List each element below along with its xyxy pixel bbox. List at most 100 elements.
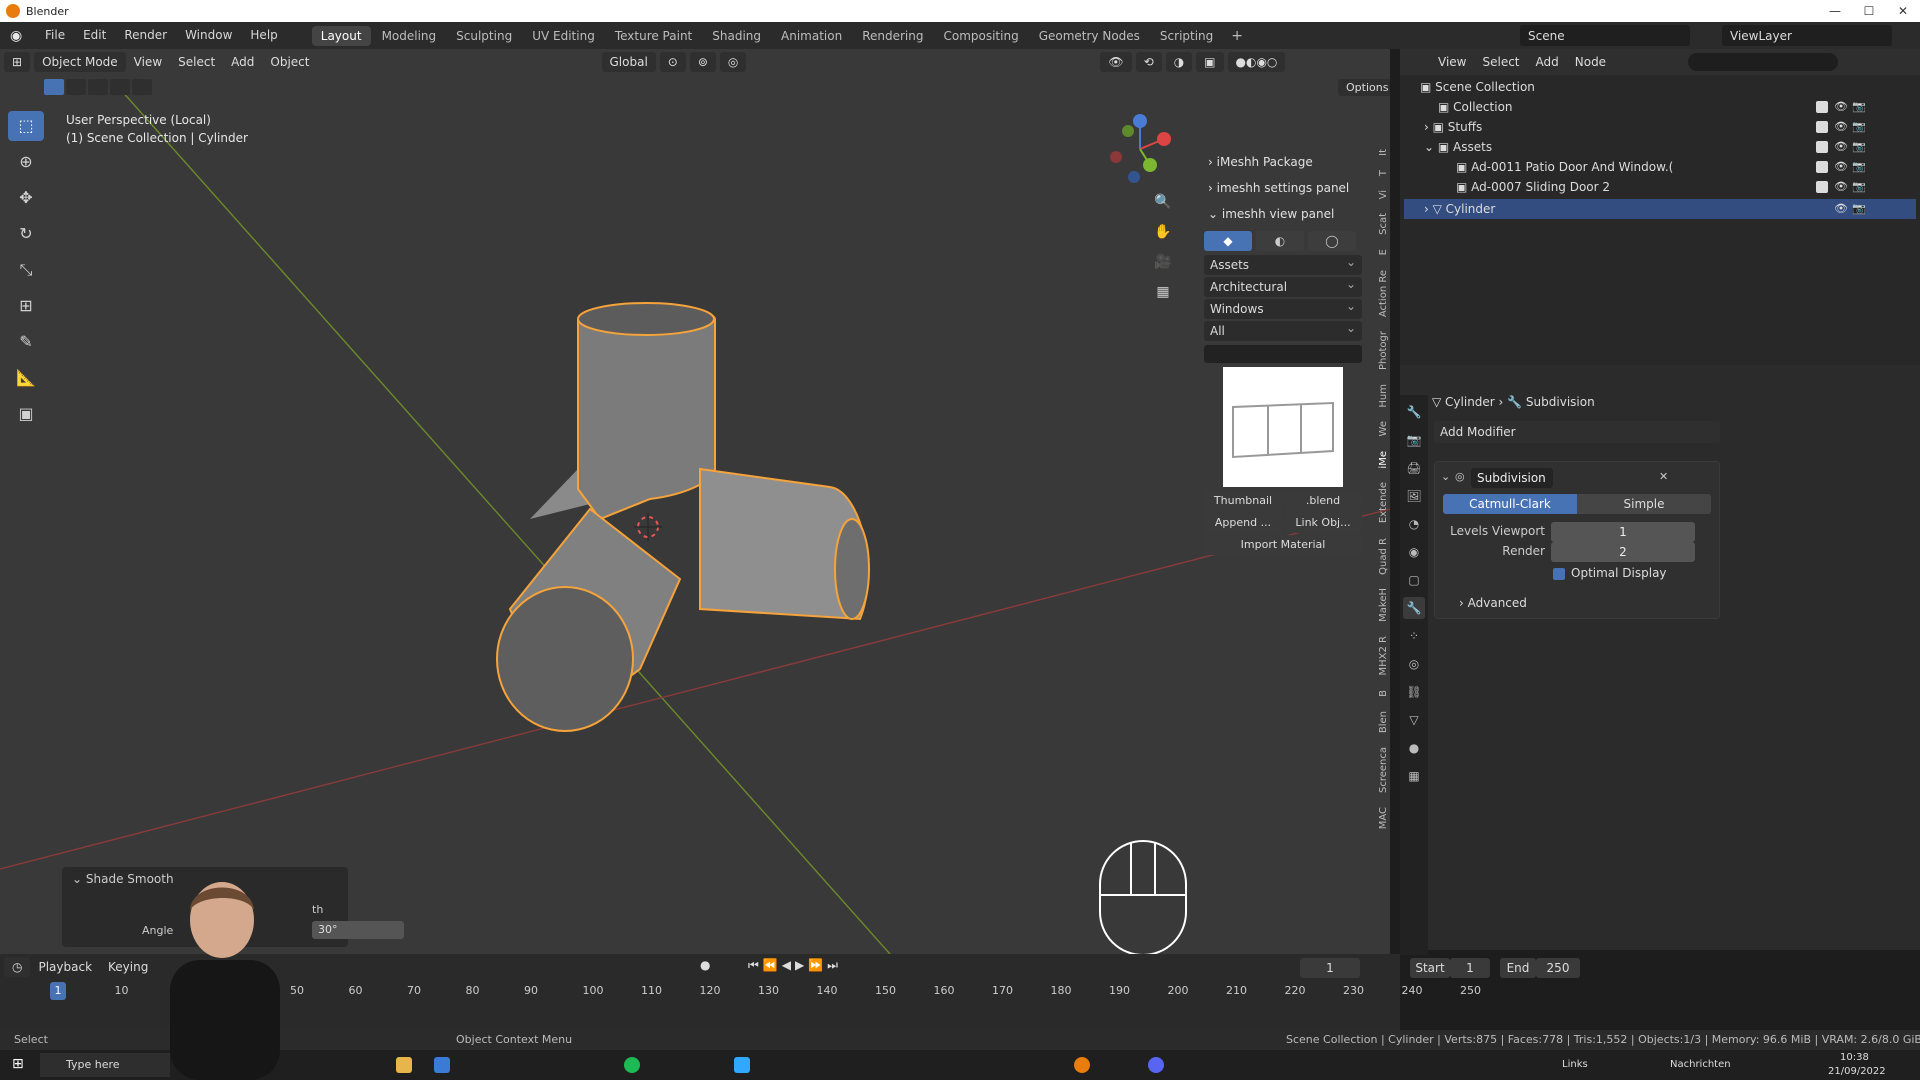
imeshh-settings-section[interactable]: › imeshh settings panel: [1200, 175, 1366, 201]
ntab-mac[interactable]: MAC: [1378, 807, 1389, 829]
editor-type-button[interactable]: ⊞: [4, 52, 31, 72]
tab-sculpting[interactable]: Sculpting: [447, 26, 521, 46]
links-toolbar[interactable]: Links: [1562, 1059, 1588, 1070]
scene-properties-icon[interactable]: ◔: [1403, 513, 1425, 535]
pivot-point-icon[interactable]: ⊙: [659, 52, 686, 72]
windows-start-icon[interactable]: ⊞: [12, 1056, 24, 1072]
spotify-icon[interactable]: [624, 1057, 640, 1073]
thumbnail-button[interactable]: Thumbnail: [1204, 491, 1282, 511]
outliner-scene-collection[interactable]: ▣ Scene Collection: [1420, 77, 1900, 97]
ntab-item[interactable]: It: [1378, 149, 1389, 156]
menu-window[interactable]: Window: [176, 22, 241, 49]
levels-viewport-field[interactable]: 1: [1551, 522, 1695, 542]
select-new-icon[interactable]: [44, 79, 64, 95]
object-properties-icon[interactable]: ▢: [1403, 569, 1425, 591]
proportional-edit-icon[interactable]: ◎: [719, 52, 747, 72]
editor-node-menu[interactable]: Node: [1567, 55, 1614, 69]
end-frame-field[interactable]: 250: [1536, 958, 1580, 978]
ntab-human[interactable]: Hum: [1378, 384, 1389, 408]
measure-tool-icon[interactable]: 📐: [8, 363, 44, 393]
tab-shading[interactable]: Shading: [703, 26, 770, 46]
collapse-icon[interactable]: ⌄: [1441, 470, 1450, 483]
tab-compositing[interactable]: Compositing: [934, 26, 1027, 46]
tab-geometry-nodes[interactable]: Geometry Nodes: [1030, 26, 1149, 46]
cursor-tool-icon[interactable]: ⊕: [8, 147, 44, 177]
optimal-display-checkbox[interactable]: [1553, 568, 1565, 580]
ntab-action-recorder[interactable]: Action Re: [1378, 270, 1389, 317]
add-cube-tool-icon[interactable]: ▣: [8, 399, 44, 429]
blend-button[interactable]: .blend: [1284, 491, 1362, 511]
keying-menu[interactable]: Keying: [100, 960, 156, 974]
visibility-icon[interactable]: 👁: [1100, 52, 1132, 72]
view-layer-selector[interactable]: ViewLayer: [1722, 25, 1892, 46]
output-properties-icon[interactable]: 🖨: [1403, 457, 1425, 479]
close-modifier-icon[interactable]: ✕: [1659, 470, 1668, 483]
rotate-tool-icon[interactable]: ↻: [8, 219, 44, 249]
editor-view-menu[interactable]: View: [1430, 55, 1474, 69]
minimize-button[interactable]: —: [1818, 0, 1852, 22]
current-frame-field[interactable]: 1: [1300, 958, 1360, 978]
snap-icon[interactable]: ⊚: [689, 52, 716, 72]
simple-button[interactable]: Simple: [1577, 494, 1711, 514]
navigation-gizmo[interactable]: [1100, 109, 1180, 189]
ntab-e[interactable]: E: [1378, 249, 1389, 255]
link-object-button[interactable]: Link Obj...: [1284, 513, 1362, 533]
move-tool-icon[interactable]: ✥: [8, 183, 44, 213]
annotate-tool-icon[interactable]: ✎: [8, 327, 44, 357]
ntab-view[interactable]: Vi: [1378, 190, 1389, 199]
tab-modeling[interactable]: Modeling: [373, 26, 446, 46]
select-subtract-icon[interactable]: [88, 79, 108, 95]
timeline-editor-type-button[interactable]: ◷: [4, 957, 31, 977]
clock-time[interactable]: 10:38: [1840, 1052, 1869, 1063]
select-invert-icon[interactable]: [110, 79, 130, 95]
view-layer-icon[interactable]: 🖼: [1403, 485, 1425, 507]
outliner-assets[interactable]: ⌄ ▣ Assets 👁 📷: [1424, 137, 1920, 157]
gizmo-toggle-icon[interactable]: ⟲: [1135, 52, 1162, 72]
scale-tool-icon[interactable]: ⤡: [8, 255, 44, 285]
ntab-makehuman[interactable]: MakeH: [1378, 588, 1389, 622]
gem-icon[interactable]: ◆: [1204, 231, 1252, 251]
import-material-button[interactable]: Import Material: [1204, 535, 1362, 555]
select-intersect-icon[interactable]: [132, 79, 152, 95]
store-icon[interactable]: [434, 1057, 450, 1073]
advanced-section[interactable]: › Advanced: [1459, 596, 1527, 610]
ntab-scatter[interactable]: Scat: [1378, 213, 1389, 235]
menu-render[interactable]: Render: [115, 22, 176, 49]
taskbar-search-input[interactable]: Type here: [40, 1053, 170, 1077]
world-properties-icon[interactable]: ◉: [1403, 541, 1425, 563]
mode-selector[interactable]: Object Mode: [34, 52, 126, 72]
camera-view-icon[interactable]: 🎥: [1150, 249, 1176, 275]
tab-animation[interactable]: Animation: [772, 26, 851, 46]
tab-layout[interactable]: Layout: [311, 25, 371, 46]
photoshop-icon[interactable]: [734, 1057, 750, 1073]
render-properties-icon[interactable]: 📷: [1403, 429, 1425, 451]
editor-select-menu[interactable]: Select: [1474, 55, 1527, 69]
ntab-blen[interactable]: Blen: [1378, 711, 1389, 733]
record-icon[interactable]: ●: [700, 958, 710, 972]
add-menu[interactable]: Add: [223, 55, 262, 69]
tab-rendering[interactable]: Rendering: [853, 26, 932, 46]
xray-toggle-icon[interactable]: ▣: [1196, 52, 1224, 72]
overlay-toggle-icon[interactable]: ◑: [1165, 52, 1193, 72]
clock-date[interactable]: 21/09/2022: [1828, 1066, 1886, 1077]
asset-search-input[interactable]: [1204, 345, 1362, 363]
file-explorer-icon[interactable]: [396, 1057, 412, 1073]
ntab-extended[interactable]: Extende: [1378, 482, 1389, 523]
outliner-cylinder[interactable]: › ▽ Cylinder 👁 📷: [1404, 199, 1916, 219]
editor-add-menu[interactable]: Add: [1528, 55, 1567, 69]
append-button[interactable]: Append ...: [1204, 513, 1282, 533]
angle-field[interactable]: 30°: [312, 921, 404, 939]
filter-dropdown[interactable]: All: [1204, 318, 1362, 341]
particles-icon[interactable]: ⁘: [1403, 625, 1425, 647]
ntab-we[interactable]: We: [1378, 421, 1389, 436]
blender-menu-icon[interactable]: ◉: [10, 28, 30, 44]
add-modifier-dropdown[interactable]: Add Modifier: [1434, 421, 1720, 443]
outliner-collection[interactable]: ▣ Collection 👁 📷: [1438, 97, 1918, 117]
subcategory-dropdown[interactable]: Windows: [1204, 296, 1362, 319]
object-data-icon[interactable]: ▽: [1403, 709, 1425, 731]
catmull-clark-button[interactable]: Catmull-Clark: [1443, 494, 1577, 514]
zoom-icon[interactable]: 🔍: [1150, 189, 1176, 215]
category-dropdown[interactable]: Architectural: [1204, 274, 1362, 297]
select-box-icon[interactable]: ⬚: [8, 111, 44, 141]
world-icon[interactable]: ◯: [1308, 231, 1356, 251]
